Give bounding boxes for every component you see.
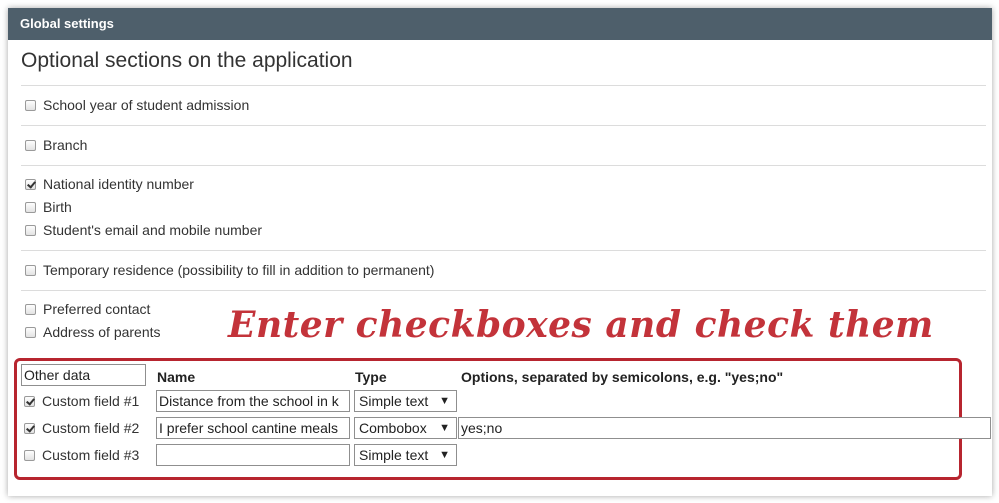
checkbox-school-year[interactable]: [25, 99, 36, 111]
custom-field-row-2[interactable]: Custom field #2: [24, 417, 139, 439]
option-label: Branch: [43, 137, 88, 153]
option-label: School year of student admission: [43, 97, 250, 113]
option-branch[interactable]: Branch: [25, 135, 87, 155]
option-label: Student's email and mobile number: [43, 222, 263, 238]
custom-field-2-type-select[interactable]: Combobox ▼: [354, 417, 457, 439]
other-data-input[interactable]: Other data: [21, 364, 146, 386]
select-value: Simple text: [359, 447, 429, 463]
option-birth[interactable]: Birth: [25, 197, 72, 217]
option-school-year[interactable]: School year of student admission: [25, 95, 249, 115]
column-header-name: Name: [157, 369, 196, 385]
custom-field-label: Custom field #2: [42, 420, 140, 436]
select-value: Simple text: [359, 393, 429, 409]
option-label: Temporary residence (possibility to fill…: [43, 262, 435, 278]
select-value: Combobox: [359, 420, 427, 436]
custom-field-2-name-input[interactable]: I prefer school cantine meals: [156, 417, 350, 439]
column-header-options: Options, separated by semicolons, e.g. "…: [461, 369, 784, 385]
custom-field-label: Custom field #1: [42, 393, 140, 409]
custom-field-3-type-select[interactable]: Simple text ▼: [354, 444, 457, 466]
custom-field-2-options-input[interactable]: yes;no: [458, 417, 991, 439]
dropdown-arrow-icon: ▼: [439, 449, 450, 461]
option-preferred-contact[interactable]: Preferred contact: [25, 299, 150, 319]
checkbox-custom-field-3[interactable]: [24, 449, 35, 461]
checkbox-address-parents[interactable]: [25, 326, 36, 338]
option-email-mobile[interactable]: Student's email and mobile number: [25, 220, 262, 240]
section-title: Optional sections on the application: [21, 49, 353, 72]
option-label: Birth: [43, 199, 72, 215]
option-address-parents[interactable]: Address of parents: [25, 322, 161, 342]
annotation-text: Enter checkboxes and check them: [228, 304, 934, 346]
option-label: Preferred contact: [43, 301, 151, 317]
divider: [21, 165, 986, 166]
dropdown-arrow-icon: ▼: [439, 395, 450, 407]
panel-header-title: Global settings: [8, 8, 992, 40]
checkbox-custom-field-1[interactable]: [24, 395, 35, 407]
column-header-type: Type: [355, 369, 387, 385]
custom-field-label: Custom field #3: [42, 447, 140, 463]
checkbox-temp-residence[interactable]: [25, 264, 36, 276]
checkbox-custom-field-2[interactable]: [24, 422, 35, 434]
option-temp-residence[interactable]: Temporary residence (possibility to fill…: [25, 260, 434, 280]
checkbox-email-mobile[interactable]: [25, 224, 36, 236]
custom-field-row-1[interactable]: Custom field #1: [24, 390, 139, 412]
checkbox-branch[interactable]: [25, 139, 36, 151]
divider: [21, 85, 986, 86]
custom-field-1-name-input[interactable]: Distance from the school in k: [156, 390, 350, 412]
divider: [21, 250, 986, 251]
checkbox-national-id[interactable]: [25, 178, 36, 190]
divider: [21, 125, 986, 126]
custom-field-3-name-input[interactable]: [156, 444, 350, 466]
custom-field-row-3[interactable]: Custom field #3: [24, 444, 139, 466]
option-label: National identity number: [43, 176, 194, 192]
option-label: Address of parents: [43, 324, 161, 340]
dropdown-arrow-icon: ▼: [439, 422, 450, 434]
custom-field-1-type-select[interactable]: Simple text ▼: [354, 390, 457, 412]
checkbox-preferred-contact[interactable]: [25, 303, 36, 315]
checkbox-birth[interactable]: [25, 201, 36, 213]
option-national-id[interactable]: National identity number: [25, 174, 194, 194]
divider: [21, 290, 986, 291]
